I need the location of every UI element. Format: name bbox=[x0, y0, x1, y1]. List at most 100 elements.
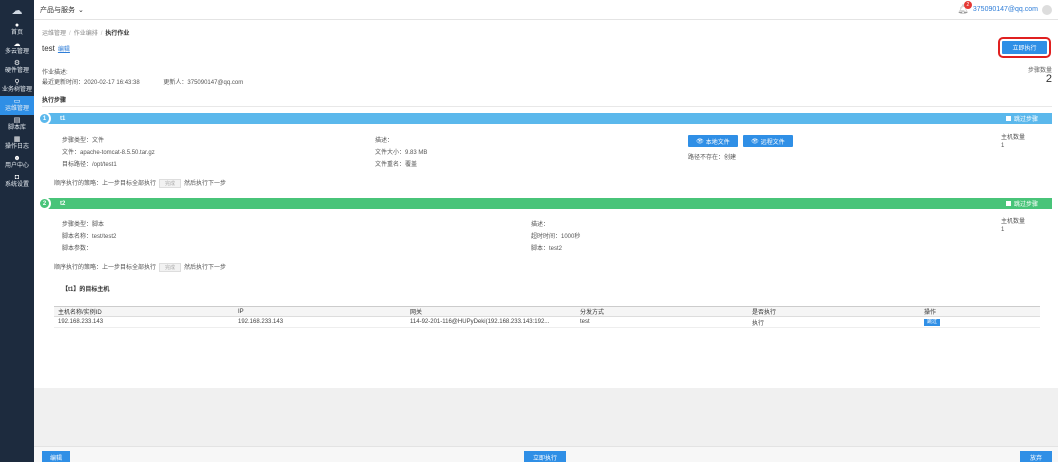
sidebar-item-users[interactable]: ☻ 用户中心 bbox=[0, 153, 34, 172]
product-menu[interactable]: 产品与服务 ⌄ bbox=[40, 5, 84, 15]
sidebar-item-label: 操作日志 bbox=[4, 144, 29, 150]
sidebar-item-label: 业务树管理 bbox=[1, 87, 32, 93]
host-count-label: 主机数量 bbox=[1001, 219, 1026, 225]
sidebar-item-label: 首页 bbox=[10, 30, 23, 36]
step-header-1: 1 t1 跳过步骤 bbox=[38, 112, 1052, 125]
step-count: 2 bbox=[1045, 73, 1052, 85]
breadcrumb: 运维管理 / 作业编排 / 执行作业 bbox=[42, 31, 130, 37]
step-script-name: 脚本名称：test/test2 bbox=[62, 234, 117, 240]
strategy-prefix: 顺序执行的策略：上一步目标全部执行 bbox=[54, 181, 157, 187]
remote-file-button[interactable]: 👁︎ 远程文件 bbox=[743, 135, 793, 147]
user-email[interactable]: 375090147@qq.com bbox=[973, 6, 1038, 13]
sidebar-item-hardware[interactable]: ⚙ 硬件管理 bbox=[0, 58, 34, 77]
remote-file-label: 远程文件 bbox=[760, 139, 785, 146]
hosts-title: 【t1】的目标主机 bbox=[62, 287, 110, 293]
log-icon: ▦ bbox=[13, 136, 21, 143]
sidebar-item-settings[interactable]: ◘ 系统设置 bbox=[0, 172, 34, 191]
skip-step-label: 跳过步骤 bbox=[1013, 117, 1038, 123]
cell-ip: 192.168.233.143 bbox=[234, 316, 406, 328]
step-rename: 文件重名：覆盖 bbox=[375, 162, 418, 168]
host-count: 1 bbox=[1001, 143, 1005, 149]
updated-time: 最近更新时间：2020-02-17 16:43:38 更新人：375090147… bbox=[42, 77, 243, 86]
step-name: t2 bbox=[60, 200, 66, 207]
breadcrumb-item-job-orchestration[interactable]: 作业编排 bbox=[74, 31, 98, 37]
settings-icon: ◘ bbox=[14, 174, 20, 181]
cloud-icon: ☁ bbox=[13, 41, 21, 48]
col-host-name: 主机名称/实例ID bbox=[54, 306, 234, 317]
top-bar: 产品与服务 ⌄ 🔔︎ 2 375090147@qq.com bbox=[34, 0, 1058, 20]
step-script: 脚本：test2 bbox=[531, 246, 563, 252]
breadcrumb-item-current: 执行作业 bbox=[105, 31, 130, 37]
divider bbox=[42, 106, 1052, 107]
sidebar-item-label: 多云管理 bbox=[4, 49, 29, 55]
sidebar-item-ops[interactable]: ▭ 运维管理 bbox=[0, 96, 34, 115]
strategy-complete-button[interactable]: 完成 bbox=[159, 262, 182, 272]
strategy-complete-button[interactable]: 完成 bbox=[159, 178, 182, 188]
col-ip: IP bbox=[234, 306, 406, 317]
skip-host-button[interactable]: 跳过 bbox=[924, 318, 941, 326]
table-header-row: 主机名称/实例ID IP 网关 分发方式 是否执行 操作 bbox=[54, 306, 1040, 317]
step-timeout: 超时时间：1000秒 bbox=[531, 234, 581, 240]
step-name: t1 bbox=[60, 115, 66, 122]
edit-button[interactable]: 编辑 bbox=[42, 451, 70, 462]
col-execute: 是否执行 bbox=[748, 306, 920, 317]
host-count-label: 主机数量 bbox=[1001, 135, 1026, 141]
step-number: 2 bbox=[38, 197, 51, 210]
strategy: 顺序执行的策略：上一步目标全部执行 完成 然后执行下一步 bbox=[54, 262, 226, 272]
step-type: 步骤类型：脚本 bbox=[62, 222, 105, 228]
strategy-suffix: 然后执行下一步 bbox=[184, 265, 227, 271]
checkbox-icon bbox=[1005, 116, 1011, 121]
checkbox-icon bbox=[1005, 201, 1011, 206]
skip-step-toggle[interactable]: 跳过步骤 bbox=[1005, 114, 1038, 123]
step-description: 描述： bbox=[375, 138, 394, 144]
chevron-down-icon: ⌄ bbox=[78, 6, 84, 14]
sidebar-item-label: 用户中心 bbox=[4, 163, 29, 169]
sidebar-item-label: 系统设置 bbox=[4, 182, 29, 188]
home-icon: ● bbox=[14, 22, 20, 29]
cell-execute: 执行 bbox=[748, 316, 920, 328]
sidebar: ☁ ● 首页 ☁ 多云管理 ⚙ 硬件管理 ⚲ 业务树管理 ▭ 运维管理 ▤ 脚本… bbox=[0, 0, 34, 462]
eye-icon: 👁︎ bbox=[696, 138, 704, 145]
sidebar-item-scripts[interactable]: ▤ 脚本库 bbox=[0, 115, 34, 134]
step-file: 文件：apache-tomcat-8.5.50.tar.gz bbox=[62, 150, 155, 156]
section-title: 执行步骤 bbox=[42, 98, 67, 104]
strategy-suffix: 然后执行下一步 bbox=[184, 181, 227, 187]
skip-step-toggle[interactable]: 跳过步骤 bbox=[1005, 199, 1038, 208]
run-now-button[interactable]: 立即执行 bbox=[998, 37, 1051, 58]
sidebar-item-logs[interactable]: ▦ 操作日志 bbox=[0, 134, 34, 153]
col-actions: 操作 bbox=[920, 306, 1040, 317]
footer-run-now-button[interactable]: 立即执行 bbox=[524, 451, 566, 462]
updated-time-text: 最近更新时间：2020-02-17 16:43:38 bbox=[42, 80, 140, 86]
hosts-table: 主机名称/实例ID IP 网关 分发方式 是否执行 操作 192.168.233… bbox=[54, 306, 1040, 328]
eye-icon: 👁︎ bbox=[751, 138, 759, 145]
sidebar-item-business-tree[interactable]: ⚲ 业务树管理 bbox=[0, 77, 34, 96]
breadcrumb-item-ops[interactable]: 运维管理 bbox=[42, 31, 66, 37]
bell-icon[interactable]: 🔔︎ 2 bbox=[957, 0, 972, 16]
user-icon: ☻ bbox=[13, 155, 21, 162]
table-row: 192.168.233.143 192.168.233.143 114-92-2… bbox=[54, 316, 1040, 328]
main-content: 运维管理 / 作业编排 / 执行作业 test 编辑 立即执行 作业描述: 最近更新时间：… bbox=[34, 20, 1058, 388]
local-file-label: 本地文件 bbox=[705, 139, 730, 146]
avatar[interactable] bbox=[1042, 4, 1052, 15]
local-file-button[interactable]: 👁︎ 本地文件 bbox=[688, 135, 738, 147]
cell-host-name: 192.168.233.143 bbox=[54, 316, 234, 328]
hardware-icon: ⚙ bbox=[13, 60, 21, 67]
step-number: 1 bbox=[38, 112, 51, 125]
cell-actions: 跳过 bbox=[920, 316, 1040, 328]
step-script-params: 脚本参数： bbox=[62, 246, 93, 252]
job-name-text: test bbox=[42, 44, 55, 53]
sidebar-item-label: 硬件管理 bbox=[4, 68, 29, 74]
sidebar-item-multicloud[interactable]: ☁ 多云管理 bbox=[0, 39, 34, 58]
logo-icon[interactable]: ☁ bbox=[0, 0, 34, 20]
sidebar-item-home[interactable]: ● 首页 bbox=[0, 20, 34, 39]
strategy: 顺序执行的策略：上一步目标全部执行 完成 然后执行下一步 bbox=[54, 178, 226, 188]
discard-button[interactable]: 放弃 bbox=[1020, 451, 1052, 462]
script-icon: ▤ bbox=[13, 117, 21, 124]
monitor-icon: ▭ bbox=[13, 98, 21, 105]
edit-link[interactable]: 编辑 bbox=[58, 47, 70, 53]
step-type: 步骤类型：文件 bbox=[62, 138, 105, 144]
col-gateway: 网关 bbox=[406, 306, 576, 317]
notification-badge: 2 bbox=[963, 0, 972, 9]
step-header-2: 2 t2 跳过步骤 bbox=[38, 197, 1052, 210]
cell-distribution: test bbox=[576, 316, 748, 328]
